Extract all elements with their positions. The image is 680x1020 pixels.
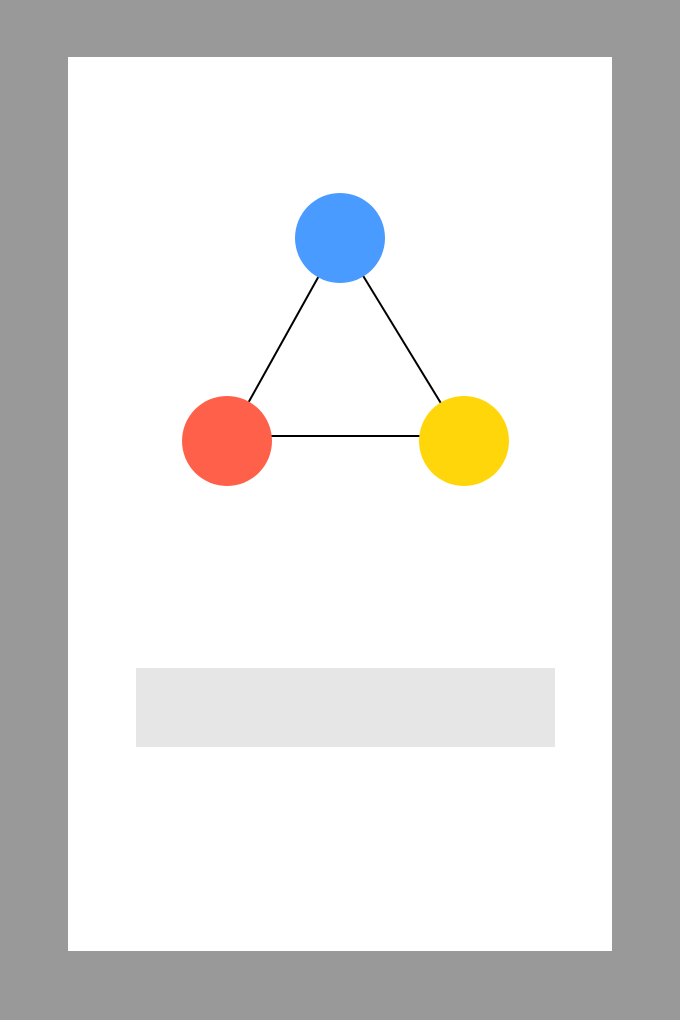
device-frame [0,0,680,1020]
blue-node-icon [295,193,385,283]
empty-bar [136,668,555,747]
yellow-node-icon [419,396,509,486]
app-screen [68,57,612,951]
node-graph [182,193,509,486]
red-node-icon [182,396,272,486]
